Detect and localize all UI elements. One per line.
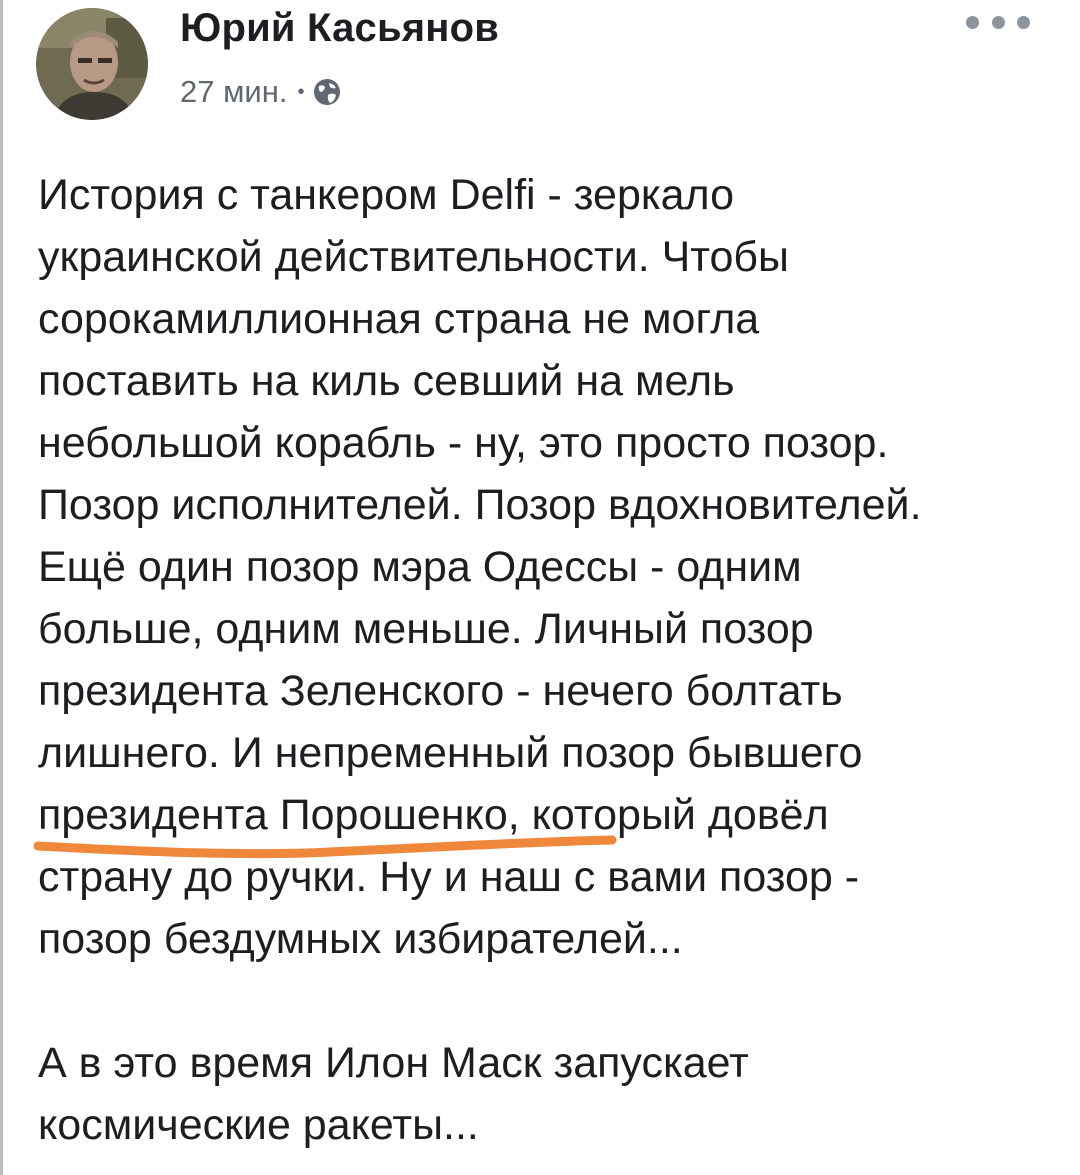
post-meta: 27 мин. • xyxy=(180,70,342,114)
post-body: История с танкером Delfi - зеркало украи… xyxy=(38,164,1048,1156)
post-header: Юрий Касьянов 27 мин. • xyxy=(0,0,1080,130)
avatar[interactable] xyxy=(36,8,148,120)
more-dot xyxy=(1017,15,1030,29)
more-dot xyxy=(966,15,979,29)
post-paragraph: А в это время Илон Маск запускает космич… xyxy=(38,1039,749,1149)
more-dots-icon[interactable] xyxy=(966,8,1030,36)
more-dot xyxy=(991,15,1005,29)
globe-icon xyxy=(314,79,341,105)
left-border xyxy=(0,0,3,1175)
meta-separator: • xyxy=(297,80,305,103)
author-name[interactable]: Юрий Касьянов xyxy=(180,6,499,51)
post-paragraph: История с танкером Delfi - зеркало украи… xyxy=(38,171,922,963)
avatar-photo xyxy=(36,8,148,120)
post-timestamp[interactable]: 27 мин. xyxy=(180,74,287,110)
